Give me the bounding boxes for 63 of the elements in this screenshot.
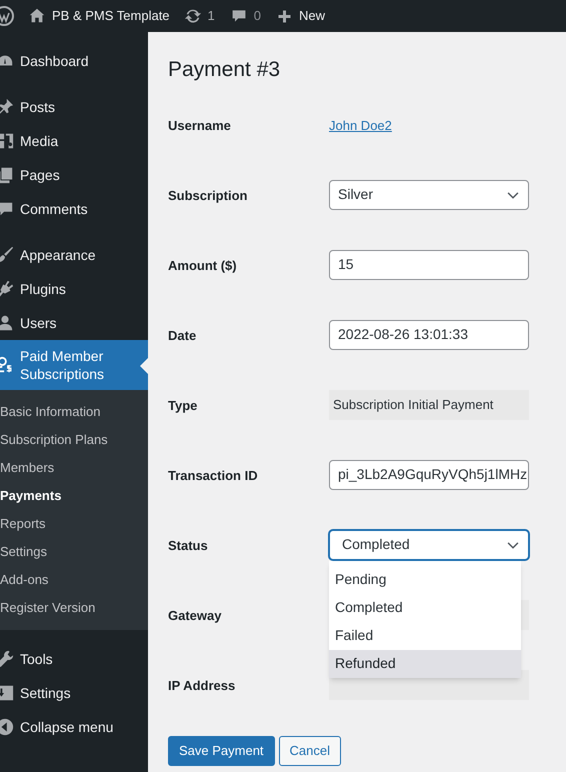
plus-icon <box>277 8 292 24</box>
submenu-item[interactable]: Members <box>0 454 148 482</box>
user-dollar-icon <box>0 356 14 374</box>
wrench-icon <box>0 650 14 668</box>
page-title: Payment #3 <box>168 57 282 83</box>
dropdown-option[interactable]: Completed <box>329 594 521 622</box>
media-icon <box>0 132 14 150</box>
cancel-button[interactable]: Cancel <box>278 736 342 766</box>
field-label: Date <box>168 326 198 344</box>
menu-item[interactable]: Posts <box>0 90 148 124</box>
menu-item[interactable]: Collapse menu <box>0 710 148 744</box>
menu-item[interactable]: Tools <box>0 642 148 676</box>
field-label: Amount ($) <box>168 256 238 275</box>
submenu-item[interactable]: Reports <box>0 510 148 538</box>
sliders-icon <box>0 684 14 702</box>
comment-icon <box>230 8 247 24</box>
updates-count[interactable]: 1 <box>208 6 215 26</box>
field-label: Status <box>168 536 209 554</box>
menu-item[interactable]: Media <box>0 124 148 158</box>
dropdown-option[interactable]: Failed <box>329 622 521 650</box>
field-label: IP Address <box>168 676 236 694</box>
input-field[interactable]: pi_3Lb2A9GquRyVQh5j1lMHz <box>329 460 529 490</box>
submenu-item[interactable]: Add-ons <box>0 566 148 594</box>
menu-item[interactable]: Users <box>0 306 148 340</box>
submenu-item[interactable]: Register Version <box>0 594 148 622</box>
submenu-item[interactable]: Settings <box>0 538 148 566</box>
menu-item[interactable]: Paid Member Subscriptions <box>0 340 148 390</box>
input-field[interactable]: 15 <box>329 250 529 280</box>
new-link[interactable]: New <box>299 6 326 26</box>
readonly-field: Subscription Initial Payment <box>329 390 529 420</box>
select-field[interactable]: Completed <box>329 530 529 560</box>
menu-item[interactable]: Comments <box>0 192 148 226</box>
field-label: Subscription <box>168 186 248 205</box>
dropdown-option[interactable]: Refunded <box>329 650 521 678</box>
refresh-icon <box>184 7 202 25</box>
input-field[interactable]: 2022-08-26 13:01:33 <box>329 320 529 350</box>
username-link[interactable]: John Doe2 <box>329 110 392 135</box>
dropdown-option[interactable]: Pending <box>329 566 521 594</box>
menu-item[interactable]: Pages <box>0 158 148 192</box>
submenu-item[interactable]: Basic Information <box>0 398 148 426</box>
comments-count[interactable]: 0 <box>254 6 262 26</box>
menu-item[interactable]: Appearance <box>0 238 148 272</box>
site-name-link[interactable]: PB & PMS Template <box>52 6 170 26</box>
submenu-item[interactable]: Payments <box>0 482 148 510</box>
field-label: Type <box>168 396 198 415</box>
menu-item[interactable]: Plugins <box>0 272 148 306</box>
pushpin-icon <box>0 98 14 116</box>
user-icon <box>0 314 14 332</box>
wordpress-logo-icon <box>0 6 14 26</box>
menu-item[interactable]: Settings <box>0 676 148 710</box>
field-label: Username <box>168 116 232 134</box>
save-button[interactable]: Save Payment <box>168 736 275 766</box>
submenu-item[interactable]: Subscription Plans <box>0 426 148 454</box>
select-field[interactable]: Silver <box>329 180 529 210</box>
menu-item[interactable]: Dashboard <box>0 44 148 78</box>
field-label: Transaction ID <box>168 466 259 484</box>
menu-pointer <box>140 358 148 374</box>
comment-icon <box>0 200 14 218</box>
home-icon <box>28 7 46 25</box>
plug-icon <box>0 280 14 298</box>
field-label: Gateway <box>168 606 222 625</box>
paintbrush-icon <box>0 246 14 264</box>
pages-icon <box>0 166 14 184</box>
